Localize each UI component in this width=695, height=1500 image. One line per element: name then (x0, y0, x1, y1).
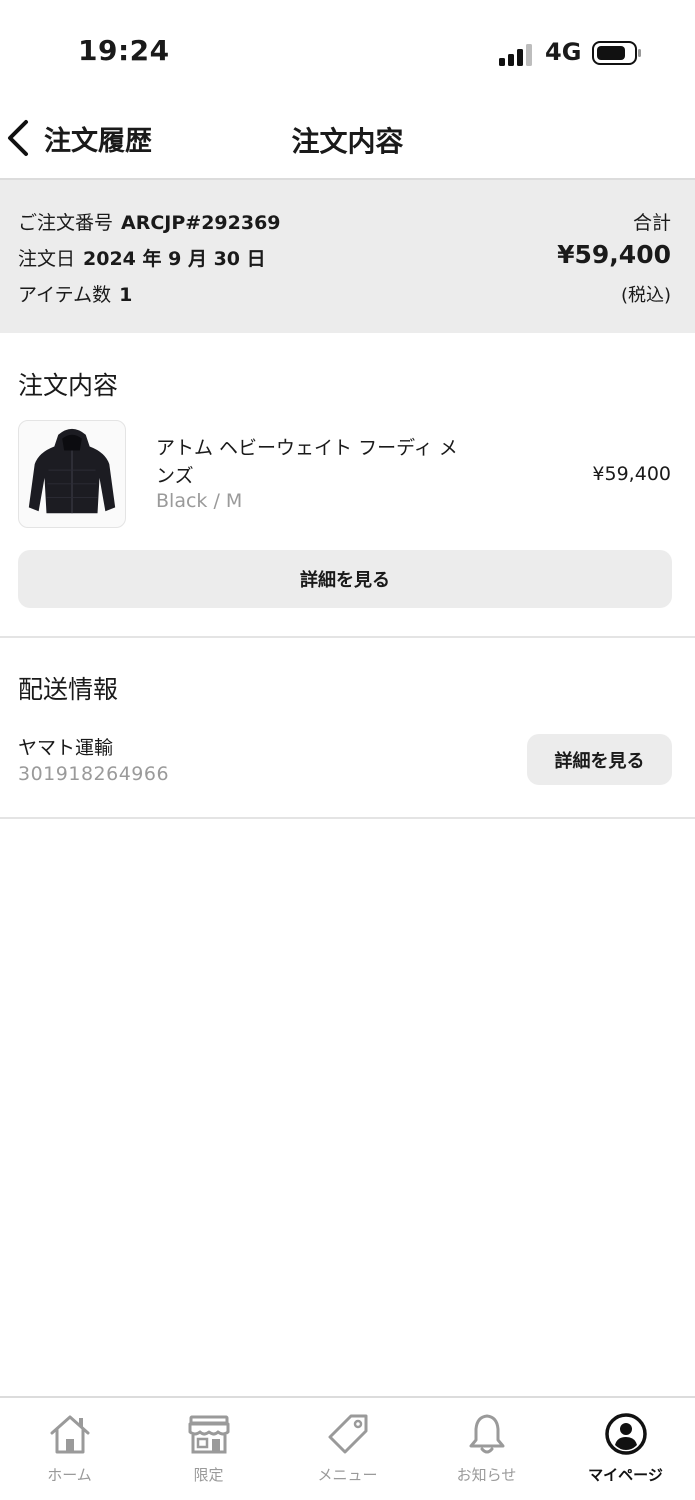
section-divider (0, 817, 695, 819)
order-date: 2024 年 9 月 30 日 (83, 248, 266, 270)
tab-home[interactable]: ホーム (0, 1398, 139, 1500)
item-count-label: アイテム数 (18, 284, 112, 306)
battery-icon (592, 41, 641, 65)
tab-limited[interactable]: 限定 (139, 1398, 278, 1500)
order-date-label: 注文日 (18, 248, 76, 270)
shipping-section-title: 配送情報 (18, 675, 119, 704)
bell-icon (469, 1414, 504, 1454)
order-number: ARCJP#292369 (121, 212, 281, 234)
tab-menu[interactable]: メニュー (278, 1398, 417, 1500)
tag-icon (328, 1414, 367, 1454)
signal-icon (499, 44, 532, 66)
home-icon (50, 1415, 89, 1454)
tab-label: お知らせ (456, 1466, 517, 1484)
item-count: 1 (119, 284, 133, 306)
tab-bar: ホーム 限定 メニュー お知らせ マイページ (0, 1396, 695, 1500)
user-circle-icon (604, 1413, 647, 1455)
store-icon (188, 1415, 229, 1454)
section-divider (0, 636, 695, 638)
order-section-title: 注文内容 (18, 371, 119, 400)
order-summary: ご注文番号 ARCJP#292369 注文日 2024 年 9 月 30 日 アイテ… (0, 180, 695, 333)
navigation-bar: 注文履歴 注文内容 (0, 100, 695, 180)
shipping-details-button[interactable]: 詳細を見る (527, 734, 672, 785)
tax-note: (税込) (620, 285, 671, 306)
tab-notifications[interactable]: お知らせ (417, 1398, 556, 1500)
tab-mypage[interactable]: マイページ (556, 1398, 695, 1500)
page-title: 注文内容 (291, 125, 404, 158)
product-price: ¥59,400 (592, 463, 671, 485)
product-name: アトム ヘビーウェイト フーディ メンズ (156, 437, 458, 487)
status-time: 19:24 (78, 34, 170, 67)
product-variant: Black / M (156, 490, 243, 512)
shipping-carrier: ヤマト運輸 (18, 737, 114, 759)
order-date-row: 注文日 2024 年 9 月 30 日 (18, 244, 266, 271)
network-type: 4G (545, 38, 582, 66)
tab-label: ホーム (47, 1466, 92, 1484)
total-label: 合計 (632, 212, 671, 234)
total-amount: ¥59,400 (557, 240, 671, 269)
order-number-row: ご注文番号 ARCJP#292369 (18, 208, 281, 235)
item-count-row: アイテム数 1 (18, 280, 132, 307)
status-bar: 19:24 4G (0, 0, 695, 100)
order-details-button[interactable]: 詳細を見る (18, 550, 672, 608)
tab-label: メニュー (317, 1466, 378, 1484)
tracking-number: 301918264966 (18, 763, 170, 785)
tab-label: 限定 (193, 1466, 224, 1484)
product-thumbnail[interactable] (18, 420, 126, 528)
tab-label: マイページ (588, 1466, 663, 1484)
jacket-image (28, 428, 116, 514)
order-number-label: ご注文番号 (18, 212, 114, 234)
